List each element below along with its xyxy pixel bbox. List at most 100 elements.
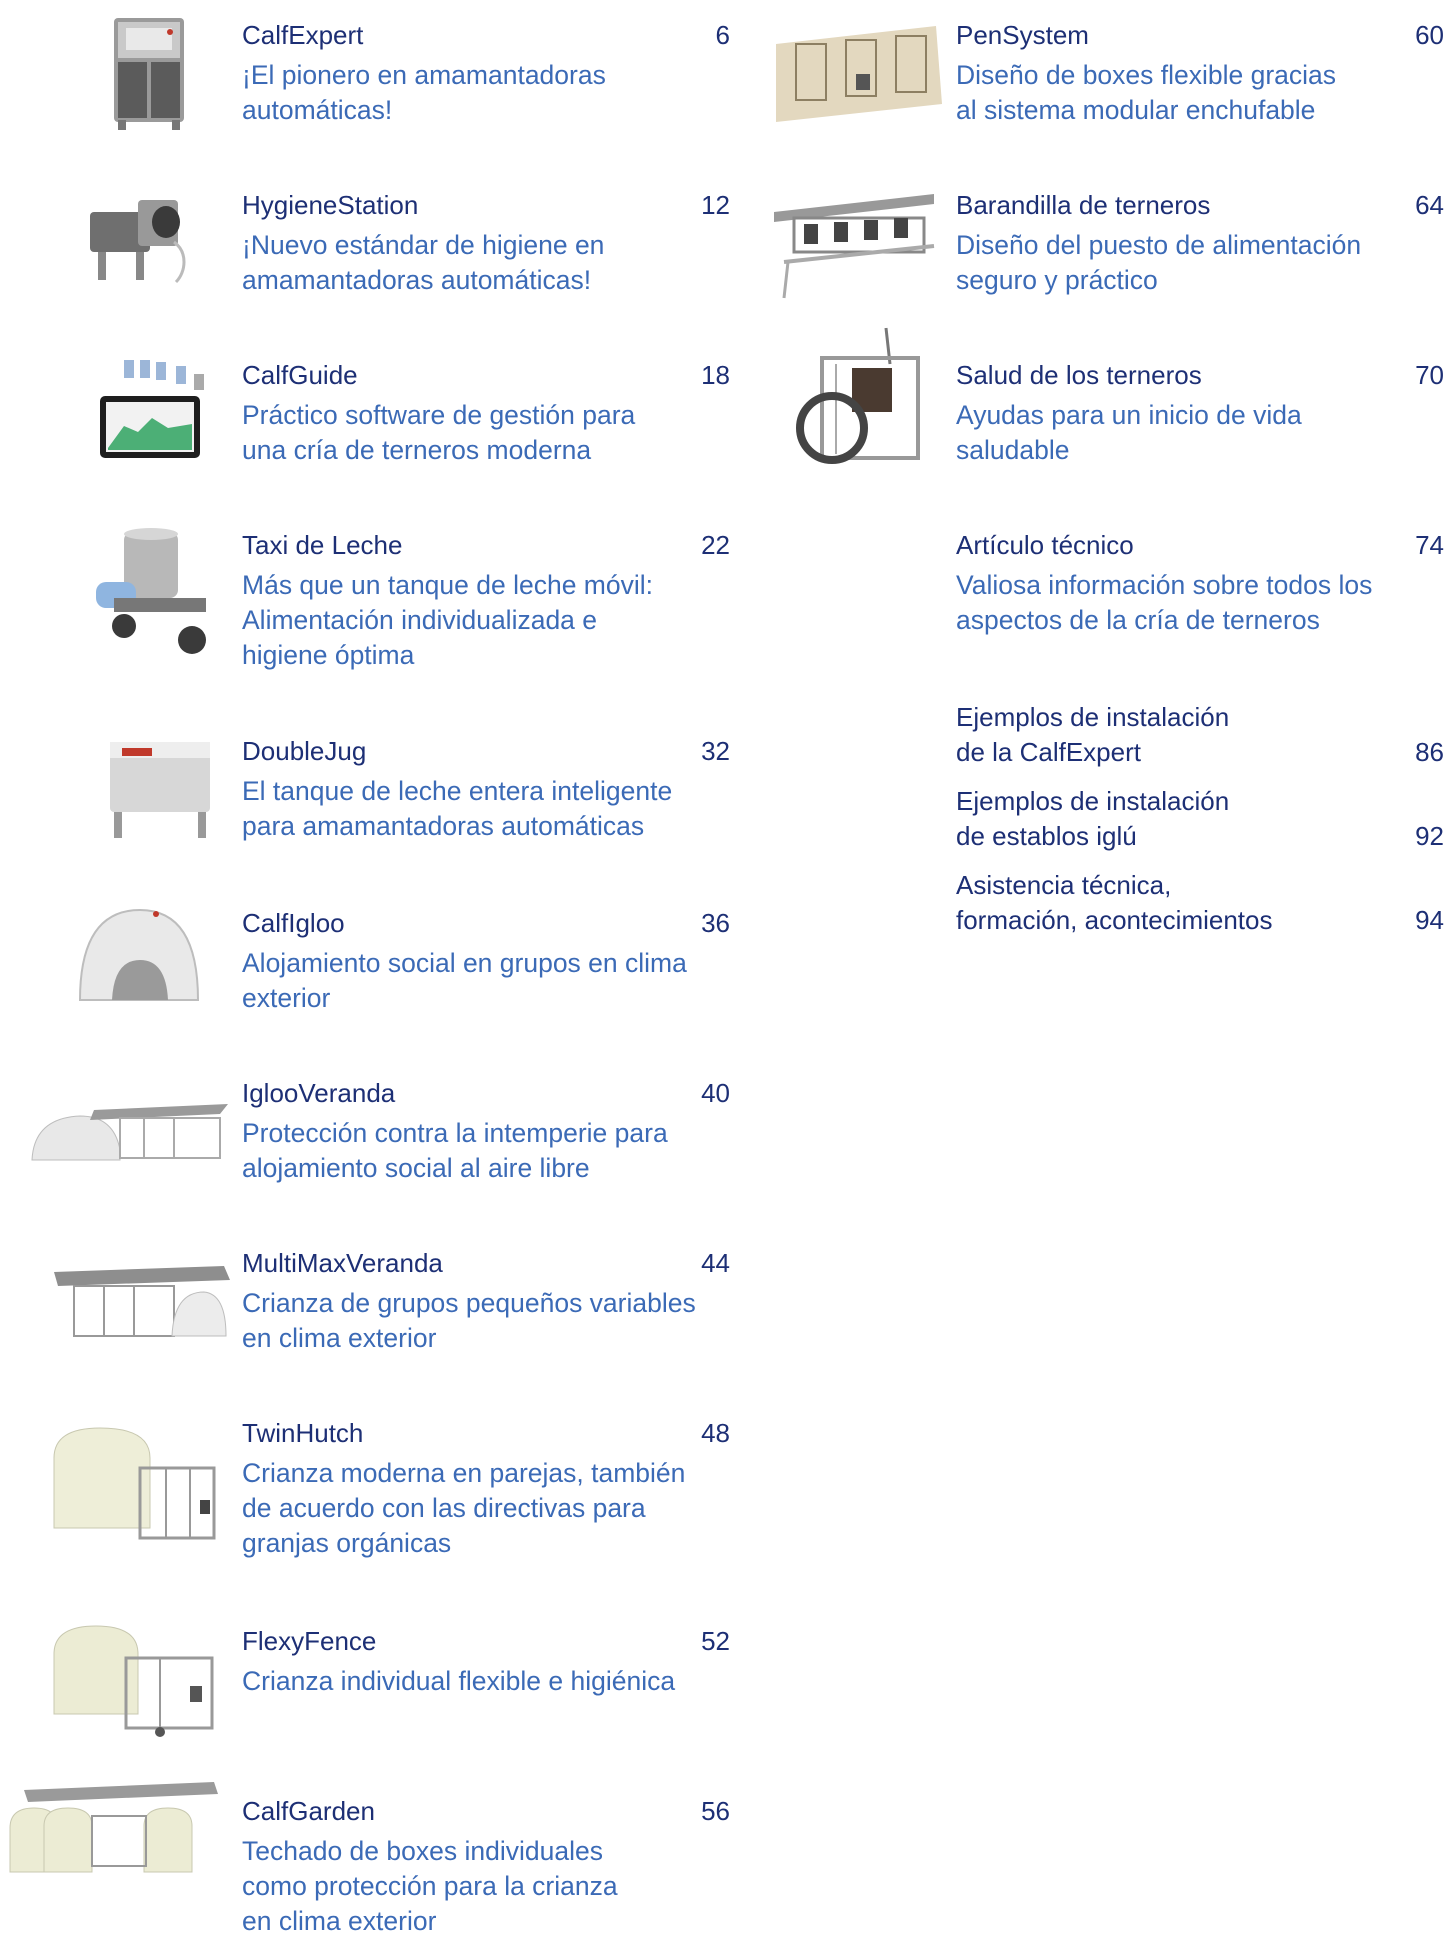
toc-entry-iglooveranda[interactable]: IglooVeranda 40 [242, 1076, 730, 1110]
toc-entry-doublejug[interactable]: DoubleJug 32 [242, 734, 730, 768]
description-line: Crianza de grupos pequeños variables [242, 1288, 696, 1318]
toc-entry-calfgarden[interactable]: CalfGarden 56 [242, 1794, 730, 1828]
toc-entry-ejemplos-iglu[interactable]: Ejemplos de instalación de establos iglú [956, 784, 1356, 854]
hygiene-station-icon [90, 200, 186, 284]
page-number: 70 [1415, 360, 1444, 390]
description-line: Crianza individual flexible e higiénica [242, 1666, 676, 1696]
entry-title-line: de la CalfExpert [956, 737, 1141, 767]
entry-title: CalfIgloo [242, 908, 345, 938]
entry-title: DoubleJug [242, 736, 367, 766]
milk-taxi-icon [96, 528, 206, 654]
entry-description: ¡El pionero en amamantadoras automáticas… [242, 58, 742, 128]
entry-title: Taxi de Leche [242, 530, 403, 560]
doublejug-tank-icon [110, 742, 210, 838]
igloo-veranda-icon [31, 1104, 228, 1161]
entry-title: HygieneStation [242, 190, 419, 220]
entry-title: Barandilla de terneros [956, 190, 1211, 220]
entry-title: FlexyFence [242, 1626, 377, 1656]
page-number: 60 [1415, 20, 1444, 50]
description-line: Ayudas para un inicio de vida [956, 400, 1302, 430]
entry-description: Práctico software de gestión para una cr… [242, 398, 742, 468]
entry-title: PenSystem [956, 20, 1089, 50]
pen-system-icon [776, 26, 942, 122]
entry-description: Protección contra la intemperie para alo… [242, 1116, 742, 1186]
calf-railing-icon [774, 194, 935, 299]
toc-entry-taxi-de-leche[interactable]: Taxi de Leche 22 [242, 528, 730, 562]
multimax-veranda-icon [54, 1266, 230, 1337]
entry-title: Artículo técnico [956, 530, 1134, 560]
entry-title: CalfExpert [242, 20, 364, 50]
page-number: 36 [701, 908, 730, 938]
toc-entry-twinhutch[interactable]: TwinHutch 48 [242, 1416, 730, 1450]
description-line: Valiosa información sobre todos los [956, 570, 1373, 600]
description-line: granjas orgánicas [242, 1528, 452, 1558]
entry-description: Crianza moderna en parejas, también de a… [242, 1456, 742, 1561]
page-number: 32 [701, 736, 730, 766]
entry-title: CalfGarden [242, 1796, 375, 1826]
page-number: 56 [701, 1796, 730, 1826]
page-number: 64 [1415, 190, 1444, 220]
toc-entry-hygienestation[interactable]: HygieneStation 12 [242, 188, 730, 222]
entry-description: ¡Nuevo estándar de higiene en amamantado… [242, 228, 742, 298]
page-number: 92 [1415, 821, 1444, 851]
entry-title: TwinHutch [242, 1418, 364, 1448]
entry-description: Crianza de grupos pequeños variables en … [242, 1286, 742, 1356]
entry-title-line: Ejemplos de instalación [956, 786, 1230, 816]
entry-description: Techado de boxes individuales como prote… [242, 1834, 742, 1939]
entry-description: Diseño de boxes flexible gracias al sist… [956, 58, 1456, 128]
description-line: Crianza moderna en parejas, también [242, 1458, 686, 1488]
calfguide-tablet-icon [100, 360, 204, 458]
page-number: 48 [701, 1418, 730, 1448]
description-line: Diseño de boxes flexible gracias [956, 60, 1337, 90]
toc-entry-calfguide[interactable]: CalfGuide 18 [242, 358, 730, 392]
entry-description: Crianza individual flexible e higiénica [242, 1664, 742, 1699]
entry-title: Salud de los terneros [956, 360, 1202, 390]
entry-description: Alojamiento social en grupos en clima ex… [242, 946, 742, 1016]
entry-title-line: Ejemplos de instalación [956, 702, 1230, 732]
toc-entry-multimaxveranda[interactable]: MultiMaxVeranda 44 [242, 1246, 730, 1280]
entry-description: El tanque de leche entera inteligente pa… [242, 774, 742, 844]
description-line: en clima exterior [242, 1323, 437, 1353]
page-number: 22 [701, 530, 730, 560]
description-line: Protección contra la intemperie para [242, 1118, 668, 1148]
description-line: ¡El pionero en amamantadoras [242, 60, 606, 90]
toc-entry-salud[interactable]: Salud de los terneros 70 [956, 358, 1444, 392]
entry-description: Valiosa información sobre todos los aspe… [956, 568, 1456, 638]
toc-entry-calfexpert[interactable]: CalfExpert 6 [242, 18, 730, 52]
page-number: 6 [715, 20, 730, 50]
entry-title-line: de establos iglú [956, 821, 1137, 851]
entry-description: Ayudas para un inicio de vida saludable [956, 398, 1456, 468]
entry-title: CalfGuide [242, 360, 358, 390]
description-line: Techado de boxes individuales [242, 1836, 603, 1866]
calf-health-cart-icon [796, 327, 920, 464]
entry-title: IglooVeranda [242, 1078, 396, 1108]
description-line: ¡Nuevo estándar de higiene en [242, 230, 605, 260]
description-line: una cría de terneros moderna [242, 435, 592, 465]
entry-description: Diseño del puesto de alimentación seguro… [956, 228, 1456, 298]
description-line: como protección para la crianza [242, 1871, 618, 1901]
description-line: Práctico software de gestión para [242, 400, 636, 430]
flexy-fence-icon [53, 1625, 214, 1737]
description-line: saludable [956, 435, 1070, 465]
toc-entry-articulo-tecnico[interactable]: Artículo técnico 74 [956, 528, 1444, 562]
description-line: exterior [242, 983, 331, 1013]
toc-entry-barandilla[interactable]: Barandilla de terneros 64 [956, 188, 1444, 222]
toc-entry-calfigloo[interactable]: CalfIgloo 36 [242, 906, 730, 940]
description-line: en clima exterior [242, 1906, 437, 1936]
description-line: Más que un tanque de leche móvil: [242, 570, 654, 600]
toc-entry-flexyfence[interactable]: FlexyFence 52 [242, 1624, 730, 1658]
calf-igloo-icon [78, 908, 200, 1001]
description-line: para amamantadoras automáticas [242, 811, 645, 841]
toc-entry-asistencia-tecnica[interactable]: Asistencia técnica, formación, acontecim… [956, 868, 1356, 938]
calf-garden-icon [9, 1782, 218, 1873]
page-number: 40 [701, 1078, 730, 1108]
entry-title-line: Asistencia técnica, [956, 870, 1172, 900]
description-line: Diseño del puesto de alimentación [956, 230, 1362, 260]
description-line: alojamiento social al aire libre [242, 1153, 590, 1183]
twin-hutch-icon [53, 1427, 216, 1540]
entry-title-line: formación, acontecimientos [956, 905, 1273, 935]
description-line: al sistema modular enchufable [956, 95, 1316, 125]
toc-entry-ejemplos-calfexpert[interactable]: Ejemplos de instalación de la CalfExpert [956, 700, 1356, 770]
page-number: 74 [1415, 530, 1444, 560]
toc-entry-pensystem[interactable]: PenSystem 60 [956, 18, 1444, 52]
